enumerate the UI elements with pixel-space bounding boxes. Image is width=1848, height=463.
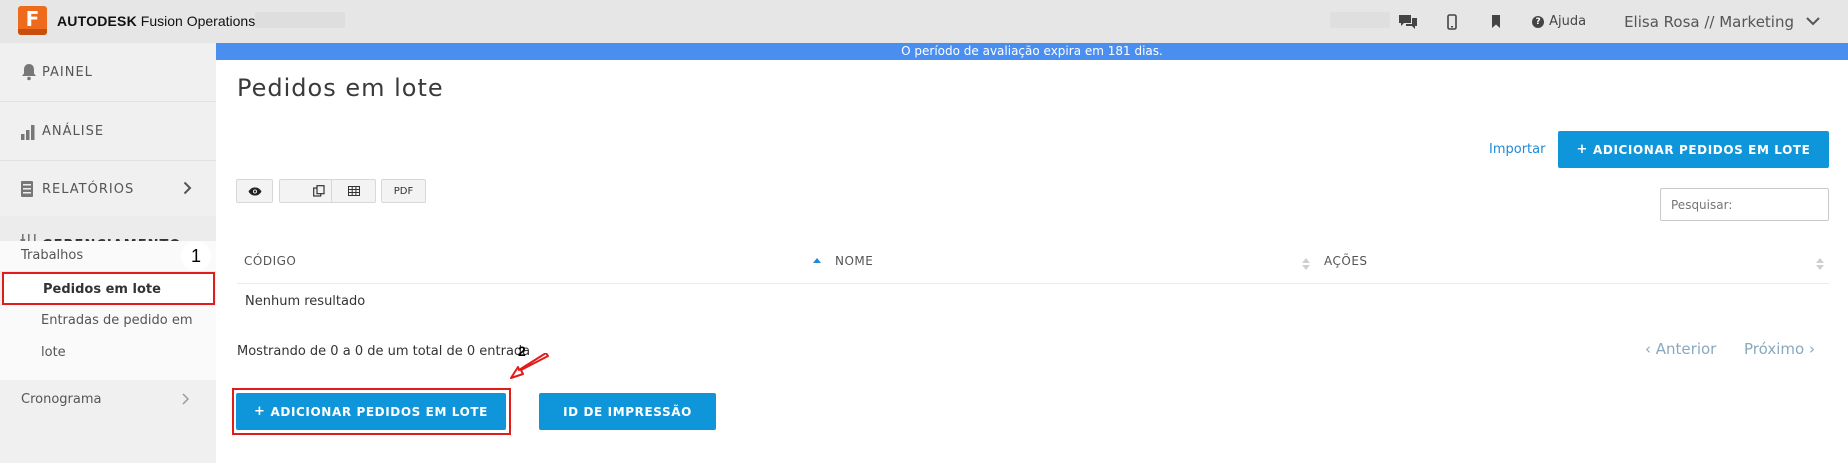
copy-icon	[312, 185, 325, 197]
brand-name: AUTODESK Fusion Operations	[57, 13, 255, 29]
sort-icon[interactable]	[1816, 257, 1824, 271]
sidebar-item-analise[interactable]: ANÁLISE	[0, 102, 216, 160]
sidebar-item-painel[interactable]: PAINEL	[0, 43, 216, 101]
toggle-columns-button[interactable]	[236, 179, 273, 203]
bell-icon	[22, 64, 36, 81]
chevron-down-icon	[1806, 17, 1820, 26]
bar-chart-icon	[21, 125, 35, 140]
mobile-icon[interactable]	[1430, 0, 1474, 43]
sidebar-subitem-cronograma[interactable]: Cronograma	[0, 380, 216, 420]
user-menu[interactable]: Elisa Rosa // Marketing	[1624, 13, 1820, 31]
table-icon	[347, 186, 360, 196]
sidebar-item-label: PAINEL	[42, 64, 93, 80]
top-right-menu: ? Ajuda Elisa Rosa // Marketing	[1386, 0, 1848, 43]
export-excel-button[interactable]	[331, 179, 376, 203]
add-batch-orders-button[interactable]: + ADICIONAR PEDIDOS EM LOTE	[236, 393, 506, 430]
pdf-label: PDF	[393, 185, 414, 197]
sidebar-item-label: ANÁLISE	[42, 123, 105, 139]
chat-icon[interactable]	[1386, 0, 1430, 43]
sidebar-subitem-label: lote	[41, 345, 66, 360]
column-header-codigo[interactable]: CÓDIGO	[244, 254, 296, 268]
page-title: Pedidos em lote	[237, 74, 444, 102]
sidebar-subitem-label: Entradas de pedido em	[41, 313, 193, 328]
sidebar-item-relatorios[interactable]: RELATÓRIOS	[0, 160, 216, 218]
button-label: ADICIONAR PEDIDOS EM LOTE	[270, 404, 488, 419]
bookmark-icon[interactable]	[1474, 0, 1518, 43]
help-link[interactable]: ? Ajuda	[1532, 14, 1586, 29]
button-label: ID DE IMPRESSÃO	[563, 404, 692, 419]
step-marker-1: 1	[181, 241, 211, 271]
pagination-next[interactable]: Próximo ›	[1744, 340, 1815, 358]
brand-autodesk: AUTODESK	[57, 12, 137, 29]
brand-product: Fusion Operations	[140, 12, 256, 29]
sort-icon[interactable]	[1302, 257, 1310, 271]
help-icon: ?	[1532, 15, 1545, 28]
sidebar-item-label: RELATÓRIOS	[42, 181, 135, 197]
table-info: Mostrando de 0 a 0 de um total de 0 entr…	[237, 344, 531, 359]
user-label: Elisa Rosa // Marketing	[1624, 12, 1794, 31]
chevron-right-icon: ›	[1808, 340, 1815, 358]
pagination-previous[interactable]: ‹ Anterior	[1645, 340, 1716, 358]
print-id-button[interactable]: ID DE IMPRESSÃO	[539, 393, 716, 430]
column-header-nome[interactable]: NOME	[835, 254, 873, 268]
divider	[237, 283, 1829, 284]
add-batch-orders-button-top[interactable]: + ADICIONAR PEDIDOS EM LOTE	[1558, 131, 1829, 168]
plus-icon: +	[254, 404, 266, 419]
trial-banner: O período de avaliação expira em 181 dia…	[216, 43, 1848, 60]
brand[interactable]: F AUTODESK Fusion Operations	[18, 6, 255, 35]
sidebar-subitem-entradas-de-pedido[interactable]: Entradas de pedido em lote	[0, 305, 216, 380]
report-icon	[21, 181, 33, 197]
pagination-label: Próximo	[1744, 340, 1805, 358]
faded-header-element	[1330, 12, 1390, 28]
plus-icon: +	[1576, 142, 1589, 157]
help-label: Ajuda	[1549, 14, 1587, 29]
chevron-left-icon: ‹	[1645, 340, 1651, 358]
sort-asc-icon[interactable]	[813, 257, 821, 271]
export-pdf-button[interactable]: PDF	[381, 179, 426, 203]
brand-logo-icon: F	[18, 6, 47, 35]
faded-header-element	[255, 12, 345, 28]
empty-table-message: Nenhum resultado	[245, 294, 366, 309]
pagination-label: Anterior	[1655, 340, 1717, 358]
button-label: ADICIONAR PEDIDOS EM LOTE	[1593, 142, 1811, 157]
top-bar: F AUTODESK Fusion Operations ? Ajuda Eli…	[0, 0, 1848, 43]
sidebar-subitem-pedidos-em-lote[interactable]: Pedidos em lote	[2, 272, 215, 305]
eye-icon	[248, 187, 261, 195]
import-link[interactable]: Importar	[1489, 142, 1545, 157]
arrow-annotation-icon	[510, 353, 549, 379]
sidebar-subitem-label: Cronograma	[21, 392, 102, 407]
chevron-right-icon	[182, 393, 189, 405]
search-input[interactable]	[1660, 188, 1829, 221]
column-header-acoes[interactable]: AÇÕES	[1324, 254, 1368, 268]
chevron-right-icon	[183, 181, 192, 195]
